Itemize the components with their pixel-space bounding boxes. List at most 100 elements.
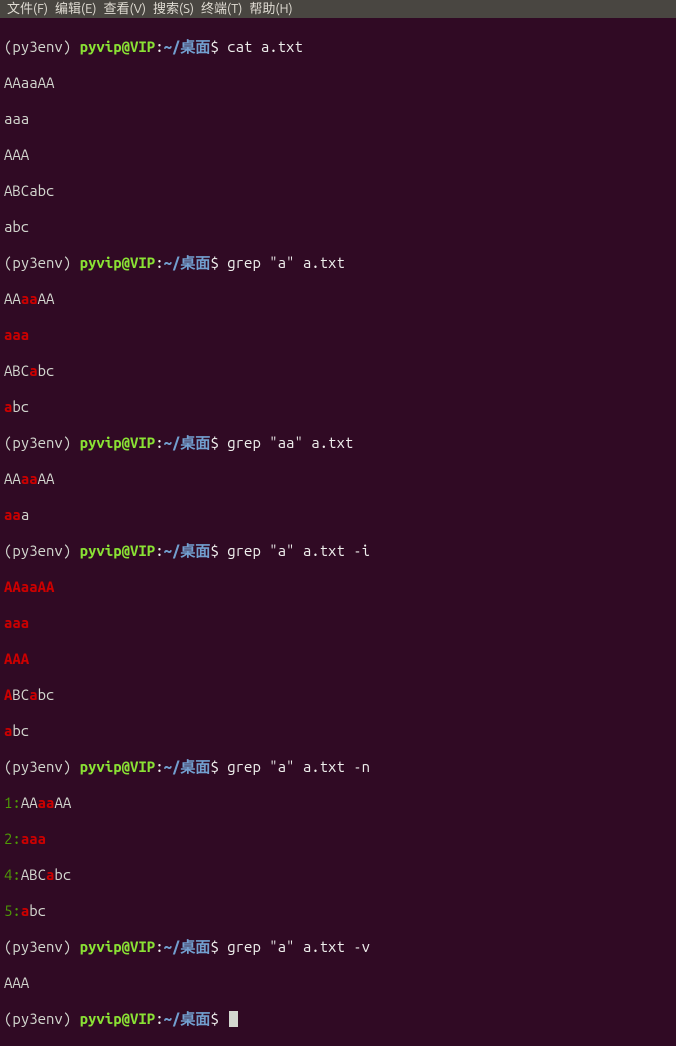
plain: bc <box>12 398 29 415</box>
menu-search[interactable]: 搜索(S) <box>150 0 197 18</box>
dollar: $ <box>210 938 227 955</box>
grep-match: a <box>4 722 12 739</box>
plain: bc <box>54 866 71 883</box>
cwd: ~/桌面 <box>164 254 211 271</box>
grep-match: A <box>4 686 12 703</box>
output-line: AAA <box>4 650 672 668</box>
output-line: ABCabc <box>4 182 672 200</box>
terminal-output[interactable]: (py3env) pyvip@VIP:~/桌面$ cat a.txt AAaaA… <box>0 18 676 1046</box>
command-text: grep "a" a.txt <box>227 254 345 271</box>
user-host: pyvip@VIP <box>80 1010 156 1027</box>
env-label: (py3env) <box>4 758 80 775</box>
env-label: (py3env) <box>4 1010 80 1027</box>
output-line: aaa <box>4 110 672 128</box>
cursor[interactable] <box>229 1011 238 1027</box>
colon: : <box>155 1010 163 1027</box>
menu-help[interactable]: 帮助(H) <box>246 0 295 18</box>
menu-edit[interactable]: 编辑(E) <box>52 0 99 18</box>
prompt-line: (py3env) pyvip@VIP:~/桌面$ <box>4 1010 672 1028</box>
plain: bc <box>38 686 55 703</box>
cwd: ~/桌面 <box>164 542 211 559</box>
env-label: (py3env) <box>4 542 80 559</box>
menu-file[interactable]: 文件(F) <box>4 0 51 18</box>
dollar: $ <box>210 1010 227 1027</box>
grep-match: aaa <box>4 614 29 631</box>
grep-match: a <box>46 866 54 883</box>
plain: ABC <box>21 866 46 883</box>
grep-match: aa <box>38 794 55 811</box>
line-number: 2: <box>4 830 21 847</box>
user-host: pyvip@VIP <box>80 938 156 955</box>
output-line: ABCabc <box>4 362 672 380</box>
colon: : <box>155 254 163 271</box>
output-line: AAA <box>4 974 672 992</box>
grep-match: a <box>29 362 37 379</box>
plain: AA <box>21 794 38 811</box>
prompt-line: (py3env) pyvip@VIP:~/桌面$ grep "a" a.txt … <box>4 758 672 776</box>
env-label: (py3env) <box>4 938 80 955</box>
prompt-line: (py3env) pyvip@VIP:~/桌面$ grep "a" a.txt … <box>4 938 672 956</box>
plain: bc <box>12 722 29 739</box>
colon: : <box>155 938 163 955</box>
plain: AA <box>4 470 21 487</box>
output-line: aaa <box>4 326 672 344</box>
output-line: abc <box>4 722 672 740</box>
plain: AA <box>38 290 55 307</box>
plain: bc <box>38 362 55 379</box>
plain: bc <box>29 902 46 919</box>
command-text: cat a.txt <box>227 38 303 55</box>
prompt-line: (py3env) pyvip@VIP:~/桌面$ grep "a" a.txt … <box>4 542 672 560</box>
grep-match: AAaaAA <box>4 578 54 595</box>
env-label: (py3env) <box>4 434 80 451</box>
cwd: ~/桌面 <box>164 758 211 775</box>
menu-view[interactable]: 查看(V) <box>101 0 149 18</box>
plain: BC <box>12 686 29 703</box>
colon: : <box>155 758 163 775</box>
line-number: 4: <box>4 866 21 883</box>
cwd: ~/桌面 <box>164 434 211 451</box>
dollar: $ <box>210 434 227 451</box>
colon: : <box>155 38 163 55</box>
user-host: pyvip@VIP <box>80 254 156 271</box>
env-label: (py3env) <box>4 38 80 55</box>
dollar: $ <box>210 542 227 559</box>
colon: : <box>155 542 163 559</box>
output-line: AAaaAA <box>4 470 672 488</box>
user-host: pyvip@VIP <box>80 758 156 775</box>
cwd: ~/桌面 <box>164 38 211 55</box>
output-line: 2:aaa <box>4 830 672 848</box>
output-line: 5:abc <box>4 902 672 920</box>
output-line: 4:ABCabc <box>4 866 672 884</box>
grep-match: aa <box>4 506 21 523</box>
prompt-line: (py3env) pyvip@VIP:~/桌面$ cat a.txt <box>4 38 672 56</box>
output-line: abc <box>4 398 672 416</box>
grep-match: aa <box>21 470 38 487</box>
grep-match: aaa <box>4 326 29 343</box>
output-line: aaa <box>4 614 672 632</box>
output-line: AAA <box>4 146 672 164</box>
grep-match: a <box>21 902 29 919</box>
plain: a <box>21 506 29 523</box>
command-text: grep "aa" a.txt <box>227 434 353 451</box>
grep-match: aaa <box>21 830 46 847</box>
colon: : <box>155 434 163 451</box>
dollar: $ <box>210 38 227 55</box>
grep-match: AAA <box>4 650 29 667</box>
user-host: pyvip@VIP <box>80 542 156 559</box>
menubar: 文件(F) 编辑(E) 查看(V) 搜索(S) 终端(T) 帮助(H) <box>0 0 676 18</box>
plain: AA <box>54 794 71 811</box>
plain: AA <box>38 470 55 487</box>
grep-match: a <box>29 686 37 703</box>
plain: ABC <box>4 362 29 379</box>
user-host: pyvip@VIP <box>80 434 156 451</box>
output-line: abc <box>4 218 672 236</box>
cwd: ~/桌面 <box>164 1010 211 1027</box>
menu-terminal[interactable]: 终端(T) <box>198 0 245 18</box>
prompt-line: (py3env) pyvip@VIP:~/桌面$ grep "aa" a.txt <box>4 434 672 452</box>
grep-match: aa <box>21 290 38 307</box>
output-line: ABCabc <box>4 686 672 704</box>
command-text: grep "a" a.txt -n <box>227 758 370 775</box>
dollar: $ <box>210 254 227 271</box>
output-line: AAaaAA <box>4 578 672 596</box>
plain: AA <box>4 290 21 307</box>
